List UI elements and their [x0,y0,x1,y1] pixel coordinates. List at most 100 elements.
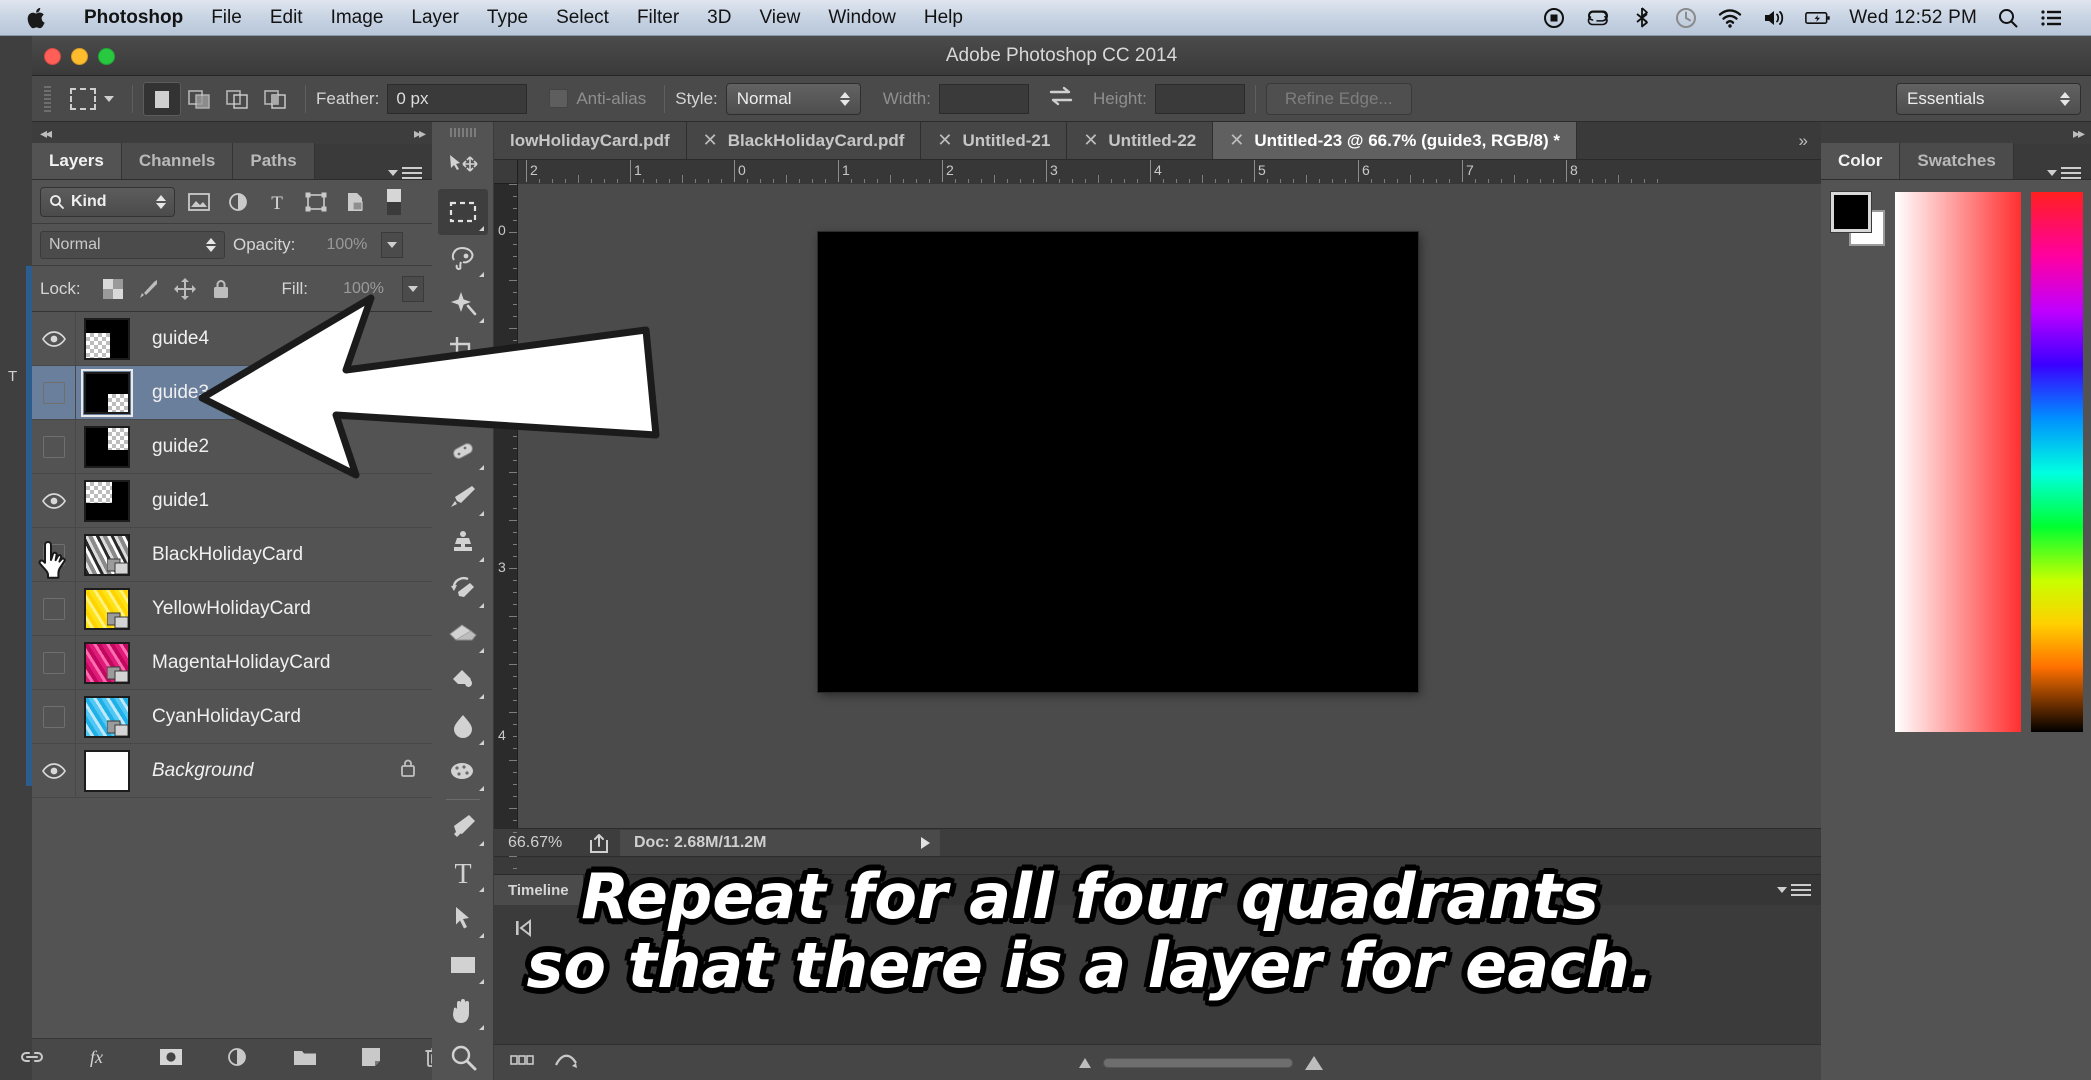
spotlight-search-icon[interactable] [1995,5,2021,31]
dodge-tool-icon[interactable] [438,749,488,795]
volume-icon[interactable] [1761,5,1787,31]
battery-icon[interactable] [1805,5,1831,31]
opacity-value[interactable]: 100% [311,232,373,258]
layer-visibility-toggle[interactable] [32,581,76,636]
style-select[interactable]: Normal [725,82,861,115]
layer-thumbnail[interactable] [76,695,138,738]
fill-value[interactable]: 100% [328,276,390,302]
adjustment-layer-icon[interactable] [226,1046,250,1073]
table-row[interactable]: guide2 [32,419,432,474]
layer-thumbnail[interactable] [76,641,138,684]
document-tab-active[interactable]: ✕ Untitled-23 @ 66.7% (guide3, RGB/8) * [1213,122,1577,159]
layer-visibility-toggle[interactable] [32,473,76,528]
layer-thumbnail[interactable] [76,317,138,360]
layer-name[interactable]: guide3 [138,382,209,404]
foreground-color-swatch[interactable] [1831,192,1871,232]
bluetooth-icon[interactable] [1629,5,1655,31]
close-icon[interactable]: ✕ [1083,130,1098,151]
lock-image-pixels-icon[interactable] [137,277,161,301]
time-machine-icon[interactable] [1673,5,1699,31]
layer-name[interactable]: MagentaHolidayCard [138,652,331,674]
table-row[interactable]: guide1 [32,473,432,528]
layer-thumbnail[interactable] [76,587,138,630]
menu-item-select[interactable]: Select [542,0,623,36]
fill-slider-caret-icon[interactable] [402,275,424,302]
tab-swatches[interactable]: Swatches [1900,143,2014,179]
zoom-tool-icon[interactable] [438,1034,488,1080]
layer-name[interactable]: Background [138,760,253,782]
eyedropper-tool-icon[interactable] [438,373,488,419]
tab-color[interactable]: Color [1821,143,1901,179]
close-button[interactable] [44,48,61,65]
filter-toggle-icon[interactable] [379,188,409,216]
layer-name[interactable]: guide4 [138,328,209,350]
layer-thumbnail[interactable] [76,479,138,522]
table-row[interactable]: guide3 [32,365,432,420]
menu-bar-clock[interactable]: Wed 12:52 PM [1849,7,1977,29]
toolbox-grip[interactable] [449,128,476,137]
layer-thumbnail[interactable] [76,749,138,792]
document-tab[interactable]: ✕ Untitled-21 [921,122,1068,159]
menu-item-edit[interactable]: Edit [256,0,317,36]
transition-icon[interactable] [554,1051,578,1074]
adjustment-layer-filter-icon[interactable] [223,188,253,216]
menu-item-photoshop[interactable]: Photoshop [70,0,197,36]
layer-name[interactable]: YellowHolidayCard [138,598,311,620]
layer-name[interactable]: BlackHolidayCard [138,544,303,566]
layer-name[interactable]: guide1 [138,490,209,512]
lock-position-icon[interactable] [173,277,197,301]
quick-selection-tool-icon[interactable] [438,281,488,327]
link-layers-icon[interactable] [18,1047,46,1072]
document-canvas[interactable] [818,232,1418,692]
document-tab-overflow[interactable]: » [1785,122,1821,159]
eraser-tool-icon[interactable] [438,612,488,658]
tab-channels[interactable]: Channels [121,143,234,179]
layer-visibility-toggle[interactable] [32,635,76,690]
panel-menu-icon[interactable] [388,167,432,179]
panel-menu-icon[interactable] [1777,875,1821,905]
layer-thumbnail[interactable] [76,368,138,417]
timeline-zoom-track[interactable] [1102,1057,1293,1068]
anti-alias-checkbox[interactable] [549,89,569,108]
move-tool-icon[interactable] [438,143,488,189]
layer-visibility-toggle[interactable] [32,743,76,798]
table-row[interactable]: BlackHolidayCard [32,527,432,582]
table-row[interactable]: Background [32,743,432,798]
table-row[interactable]: guide4 [32,312,432,366]
workspace-switcher[interactable]: Essentials [1896,82,2081,115]
new-selection-icon[interactable] [143,81,181,116]
apple-logo-icon[interactable] [24,5,50,31]
zoom-button[interactable] [98,48,115,65]
wifi-icon[interactable] [1717,5,1743,31]
pen-tool-icon[interactable] [438,804,488,850]
creative-cloud-icon[interactable] [1585,5,1611,31]
menu-item-window[interactable]: Window [814,0,910,36]
pixel-layer-filter-icon[interactable] [184,188,214,216]
hue-strip[interactable] [2031,192,2083,732]
spot-healing-brush-tool-icon[interactable] [438,428,488,474]
filter-kind-select[interactable]: Kind [40,186,175,217]
menu-item-image[interactable]: Image [317,0,398,36]
ruler-origin[interactable] [494,160,518,184]
smart-object-filter-icon[interactable] [340,188,370,216]
zoom-level-input[interactable]: 66.67% [494,834,580,852]
share-icon[interactable] [580,832,620,854]
active-tool-preset[interactable] [62,87,122,110]
lock-all-icon[interactable] [209,277,233,301]
table-row[interactable]: YellowHolidayCard [32,581,432,636]
gradient-tool-icon[interactable] [438,657,488,703]
menu-item-type[interactable]: Type [473,0,542,36]
canvas-area[interactable] [518,184,1821,828]
play-triangle-icon[interactable] [921,836,930,849]
clone-stamp-tool-icon[interactable] [438,520,488,566]
chevron-down-icon[interactable] [104,95,114,102]
vertical-ruler[interactable]: 0 2 3 4 [494,184,518,893]
document-tab[interactable]: ✕ BlackHolidayCard.pdf [686,122,922,159]
zoom-out-small-icon[interactable] [1078,1057,1091,1068]
document-tab[interactable]: lowHolidayCard.pdf [494,122,687,159]
minimize-button[interactable] [71,48,88,65]
lock-transparency-icon[interactable] [101,277,125,301]
layer-visibility-toggle[interactable] [32,312,76,366]
refine-edge-button[interactable]: Refine Edge... [1265,82,1412,115]
table-row[interactable]: CyanHolidayCard [32,689,432,744]
